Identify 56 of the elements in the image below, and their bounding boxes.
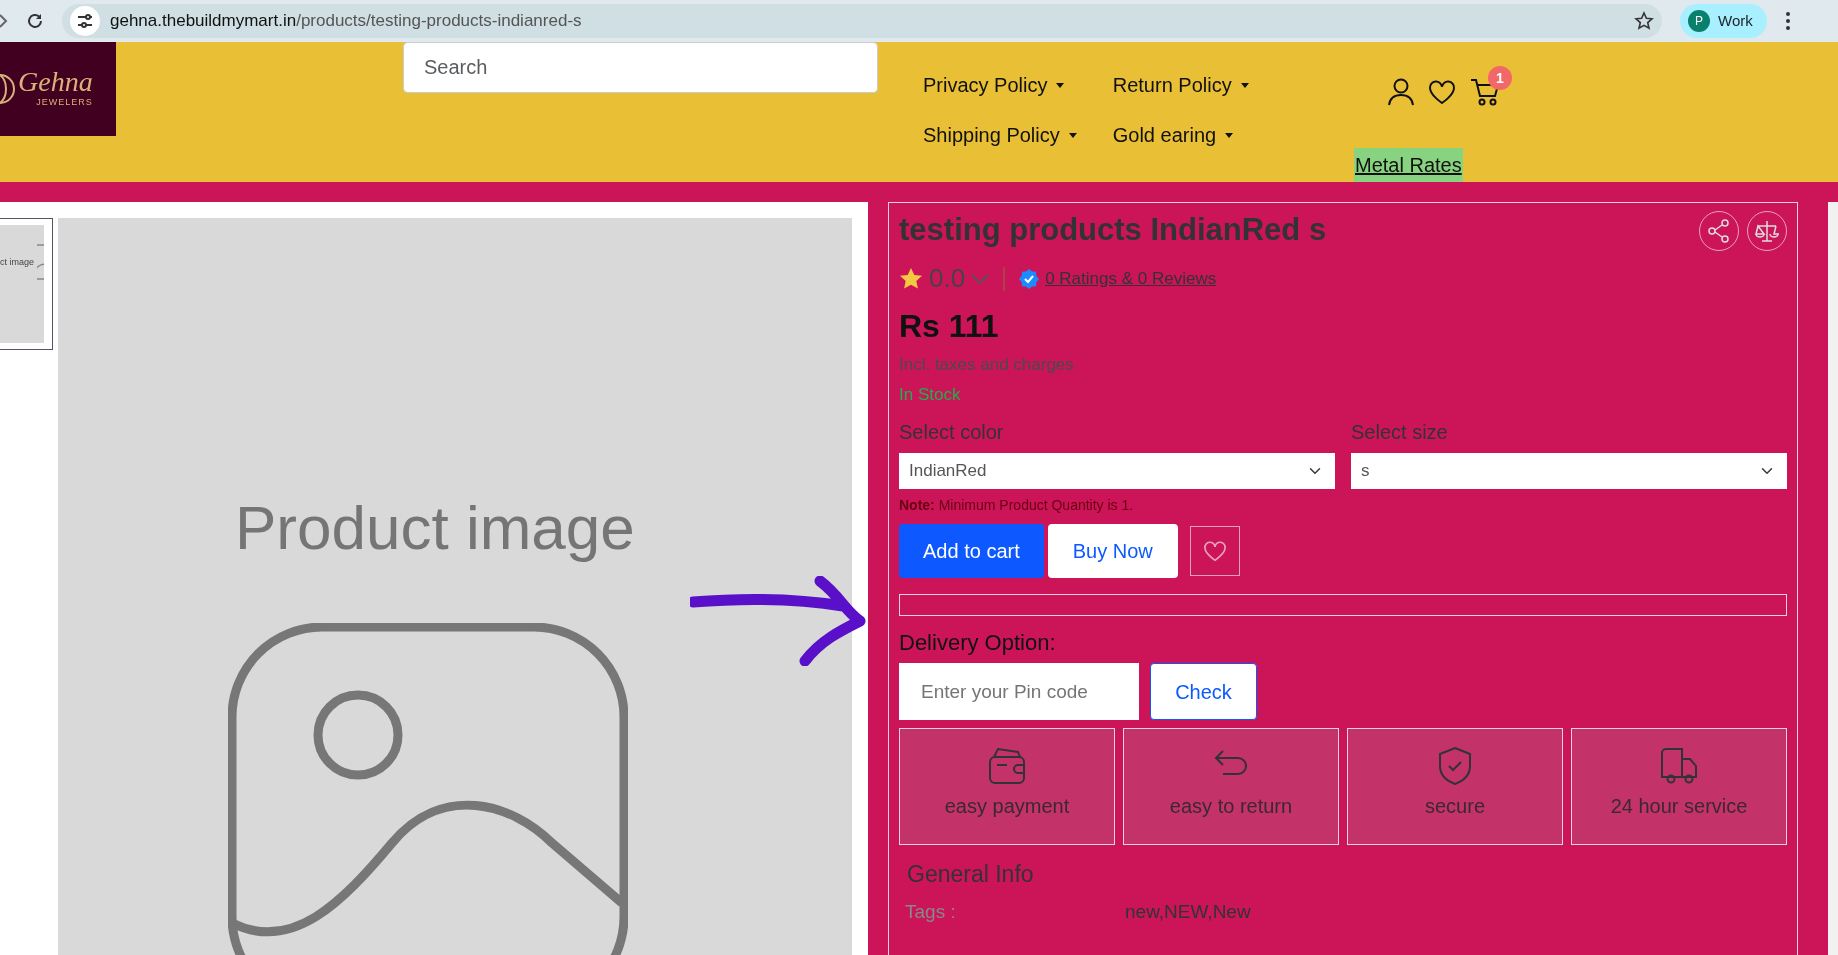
product-price: Rs 111	[899, 307, 1000, 346]
verified-badge-icon	[1019, 268, 1040, 289]
feature-label: easy payment	[944, 794, 1070, 819]
truck-icon	[1659, 745, 1699, 785]
check-button[interactable]: Check	[1150, 663, 1257, 720]
user-icon[interactable]	[1388, 78, 1414, 106]
reload-icon[interactable]	[26, 12, 44, 30]
nav-menu-link[interactable]: Return Policy	[1112, 70, 1249, 100]
image-caption: Product image	[235, 492, 635, 564]
caret-icon	[1225, 132, 1234, 138]
delivery-label: Delivery Option:	[899, 629, 1057, 657]
rating-value: 0.0	[929, 262, 966, 295]
site-info-icon[interactable]	[70, 6, 100, 36]
heart-icon[interactable]	[1428, 79, 1456, 105]
size-select[interactable]: s	[1351, 453, 1787, 489]
tags-label: Tags :	[905, 899, 957, 924]
bookmark-star-icon[interactable]	[1634, 11, 1654, 31]
add-to-cart-button[interactable]: Add to cart	[899, 524, 1044, 578]
star-icon	[899, 267, 923, 290]
brand-logo[interactable]: Gehna JEWELERS	[0, 42, 116, 136]
stock-status: In Stock	[899, 383, 962, 406]
caret-icon	[1240, 82, 1249, 88]
tags-value: new,NEW,New	[1125, 899, 1251, 924]
pincode-field[interactable]: Enter your Pin code	[899, 663, 1139, 720]
profile-button[interactable]: P Work	[1680, 4, 1767, 38]
quantity-note: Note: Minimum Product Quantity is 1.	[899, 496, 1135, 515]
url-text: gehna.thebuildmymart.in/products/testing-products-indianred-s	[110, 10, 582, 33]
section-heading: General Info	[907, 860, 1035, 889]
feature-label: easy to return	[1169, 794, 1293, 819]
nav-menu-link[interactable]: Shipping Policy	[923, 120, 1077, 150]
scrollbar[interactable]	[1828, 202, 1838, 955]
caret-icon	[1056, 82, 1065, 88]
feature-label: secure	[1425, 794, 1485, 819]
color-select[interactable]: IndianRed	[899, 453, 1335, 489]
caret-icon	[1068, 132, 1077, 138]
feature-label: 24 hour service	[1610, 794, 1748, 819]
wishlist-button[interactable]	[1189, 526, 1240, 576]
search-field[interactable]: Search	[403, 42, 878, 93]
tax-note: Incl. taxes and charges	[899, 354, 1075, 376]
cart-count-badge: 1	[1488, 66, 1512, 90]
metal-rates-link[interactable]: Metal Rates	[1354, 148, 1463, 182]
forward-icon[interactable]	[0, 14, 8, 28]
wallet-icon	[987, 745, 1027, 785]
heart-icon	[1202, 540, 1227, 562]
address-bar[interactable]: gehna.thebuildmymart.in/products/testing-products-indianred-s	[62, 4, 1662, 38]
thumbnail-caption: ct image	[0, 257, 34, 268]
size-label: Select size	[1351, 420, 1449, 445]
color-label: Select color	[899, 420, 1005, 445]
thumbnail[interactable]: ct image	[0, 218, 53, 350]
menu-icon[interactable]	[1784, 11, 1791, 31]
scales-icon	[1755, 220, 1779, 242]
product-title: testing products IndianRed s	[899, 211, 1327, 249]
buy-now-button[interactable]: Buy Now	[1047, 524, 1178, 578]
share-icon	[1708, 219, 1730, 243]
nav-menu-link[interactable]: Privacy Policy	[923, 70, 1077, 100]
nav-menu-link[interactable]: Gold earing	[1112, 120, 1249, 150]
